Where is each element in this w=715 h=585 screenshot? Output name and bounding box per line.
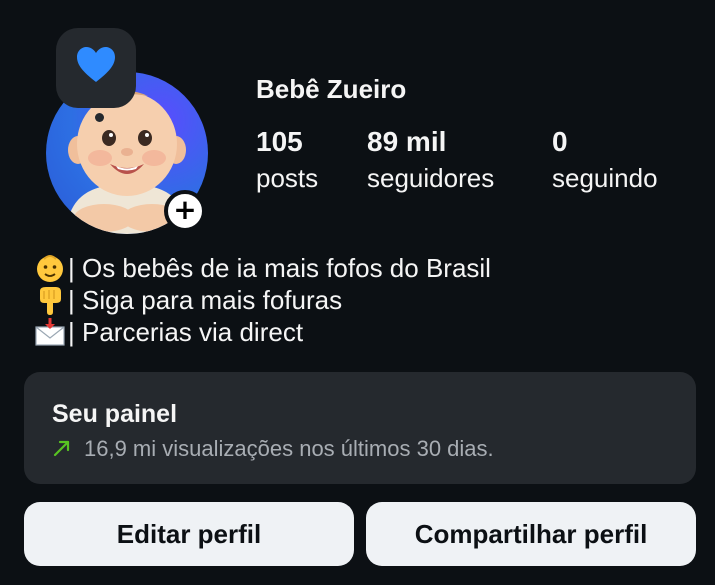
share-profile-button[interactable]: Compartilhar perfil	[366, 502, 696, 566]
edit-profile-button[interactable]: Editar perfil	[24, 502, 354, 566]
baby-emoji-icon	[34, 253, 66, 283]
note-bubble-tail	[95, 113, 104, 122]
stat-following[interactable]: 0 seguindo	[552, 124, 658, 196]
stat-followers[interactable]: 89 mil seguidores	[367, 124, 494, 196]
professional-dashboard-card[interactable]: Seu painel 16,9 mi visualizações nos últ…	[24, 372, 696, 484]
dashboard-subtitle: 16,9 mi visualizações nos últimos 30 dia…	[52, 436, 494, 462]
bio-line: | Siga para mais fofuras	[34, 284, 491, 316]
trending-up-arrow-icon	[52, 438, 74, 460]
dashboard-title: Seu painel	[52, 400, 178, 428]
following-count: 0	[552, 126, 568, 157]
profile-bio: | Os bebês de ia mais fofos do Brasil | …	[34, 252, 491, 348]
bio-line: | Os bebês de ia mais fofos do Brasil	[34, 252, 491, 284]
envelope-arrow-emoji-icon	[34, 317, 66, 347]
blue-heart-icon	[75, 46, 117, 90]
posts-count: 105	[256, 126, 303, 157]
plus-icon: +	[173, 193, 197, 226]
profile-note-bubble[interactable]	[56, 28, 136, 108]
bio-line-text: | Os bebês de ia mais fofos do Brasil	[68, 253, 491, 283]
profile-username: Bebê Zueiro	[256, 74, 407, 104]
following-label: seguindo	[552, 163, 658, 193]
dashboard-views-text: 16,9 mi visualizações nos últimos 30 dia…	[84, 436, 494, 461]
followers-count: 89 mil	[367, 126, 447, 157]
profile-header: + Bebê Zueiro 105 posts 89 mil seguidore…	[0, 0, 715, 240]
bio-line-text: | Parcerias via direct	[68, 317, 304, 347]
bio-line: | Parcerias via direct	[34, 316, 491, 348]
add-story-button[interactable]: +	[164, 190, 206, 232]
bio-line-text: | Siga para mais fofuras	[68, 285, 343, 315]
posts-label: posts	[256, 163, 319, 193]
stat-posts[interactable]: 105 posts	[256, 124, 318, 196]
followers-label: seguidores	[367, 163, 495, 193]
pointing-down-emoji-icon	[34, 285, 66, 315]
